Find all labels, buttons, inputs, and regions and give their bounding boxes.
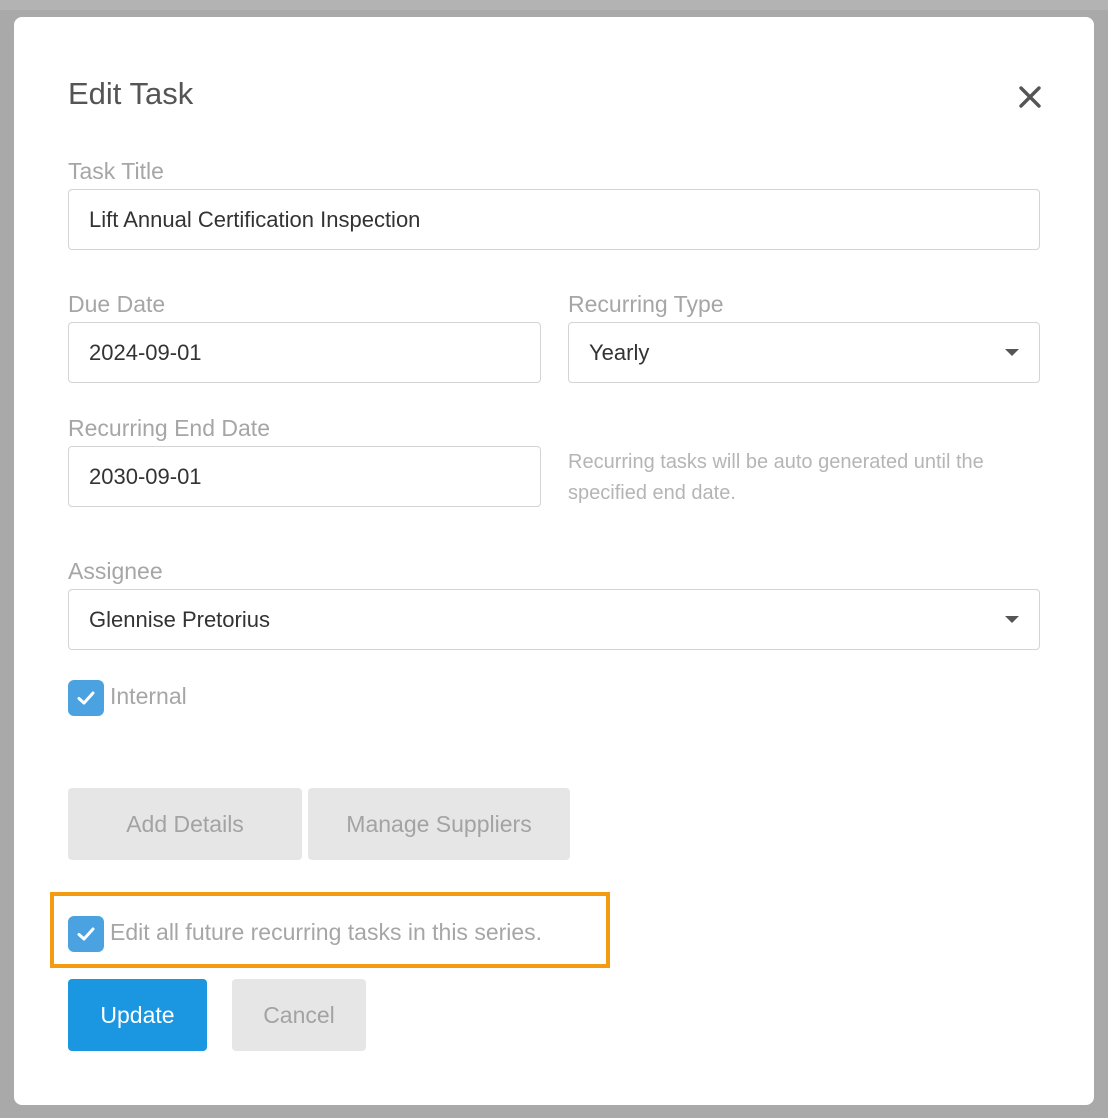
close-icon	[1019, 86, 1041, 108]
recurring-hint-text: Recurring tasks will be auto generated u…	[568, 451, 984, 504]
checkmark-icon	[77, 691, 95, 705]
backdrop-stripe	[0, 0, 1108, 10]
due-date-input[interactable]: 2024-09-01	[68, 322, 541, 383]
internal-checkbox[interactable]	[68, 680, 104, 716]
assignee-value: Glennise Pretorius	[89, 606, 270, 632]
cancel-button[interactable]: Cancel	[232, 979, 366, 1051]
modal-title: Edit Task	[68, 76, 194, 111]
caret-down-icon	[1005, 616, 1019, 623]
checkmark-icon	[77, 927, 95, 941]
assignee-label: Assignee	[68, 558, 163, 584]
edit-future-label: Edit all future recurring tasks in this …	[110, 919, 543, 945]
task-title-label: Task Title	[68, 158, 164, 184]
recurring-type-select[interactable]: Yearly	[568, 322, 1040, 383]
task-title-value: Lift Annual Certification Inspection	[89, 206, 421, 232]
manage-suppliers-button[interactable]: Manage Suppliers	[308, 788, 570, 860]
recurring-end-date-input[interactable]: 2030-09-01	[68, 446, 541, 507]
close-button[interactable]	[1014, 81, 1046, 113]
due-date-value: 2024-09-01	[89, 339, 202, 365]
recurring-type-label: Recurring Type	[568, 291, 724, 317]
task-title-input[interactable]: Lift Annual Certification Inspection	[68, 189, 1040, 250]
recurring-end-date-value: 2030-09-01	[89, 463, 202, 489]
update-button[interactable]: Update	[68, 979, 207, 1051]
assignee-select[interactable]: Glennise Pretorius	[68, 589, 1040, 650]
edit-task-modal: Edit Task Task Title Lift Annual Certifi…	[14, 17, 1094, 1105]
due-date-label: Due Date	[68, 291, 166, 317]
recurring-type-value: Yearly	[589, 339, 650, 365]
caret-down-icon	[1005, 349, 1019, 356]
add-details-button[interactable]: Add Details	[68, 788, 302, 860]
recurring-end-date-label: Recurring End Date	[68, 415, 270, 441]
edit-future-checkbox[interactable]	[68, 916, 104, 952]
internal-label: Internal	[110, 683, 187, 709]
